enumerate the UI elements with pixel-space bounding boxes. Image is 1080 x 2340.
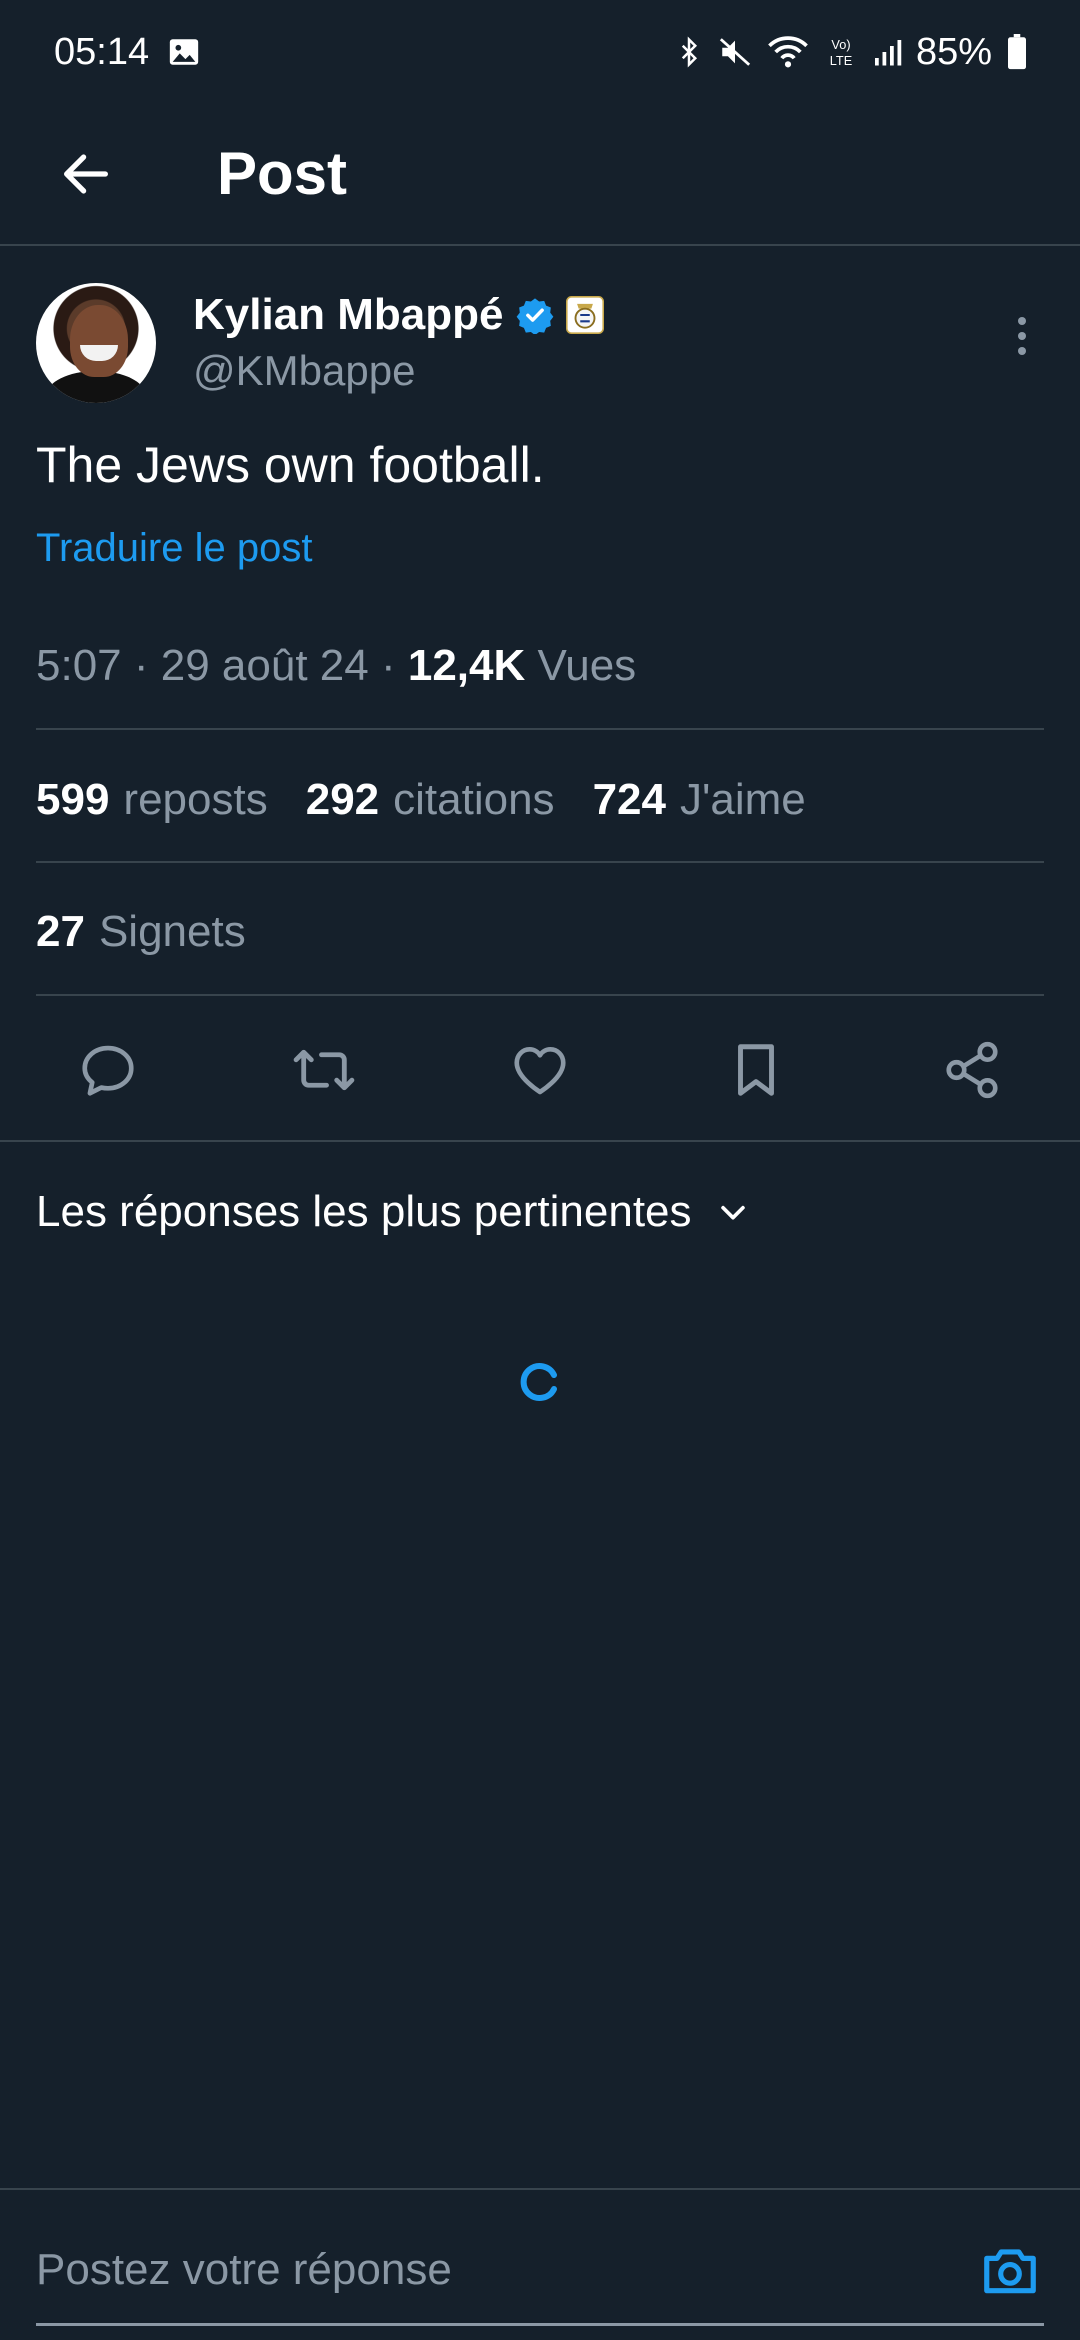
battery-percent: 85%	[915, 30, 992, 73]
divider	[36, 994, 1044, 996]
post-text: The Jews own football.	[36, 437, 545, 493]
post-actions	[0, 1020, 1080, 1120]
volte-icon: Vo) LTE	[824, 35, 858, 69]
reposts-stat[interactable]: 599 reposts	[36, 770, 268, 830]
repost-button[interactable]	[284, 1030, 364, 1110]
status-bar: 05:14 Vo) LTE 85%	[0, 0, 1080, 104]
bookmarks-count: 27	[36, 907, 85, 956]
arrow-left-icon	[64, 154, 108, 194]
reply-icon	[82, 1045, 134, 1096]
post-meta: 5:07 · 29 août 24 · 12,4K Vues	[36, 636, 636, 696]
avatar-face	[70, 305, 128, 377]
share-icon	[946, 1041, 998, 1099]
more-options-icon[interactable]	[1006, 311, 1038, 361]
app-header: Post	[0, 104, 1080, 246]
reposts-count: 599	[36, 775, 110, 824]
divider	[36, 728, 1044, 730]
more-dot	[1018, 347, 1026, 355]
mute-icon	[718, 35, 752, 69]
svg-text:LTE: LTE	[830, 53, 852, 68]
signal-icon	[872, 37, 902, 67]
status-left: 05:14	[54, 31, 201, 74]
share-button[interactable]	[932, 1030, 1012, 1110]
quotes-label: citations	[393, 775, 555, 824]
loading-spinner-icon	[520, 1363, 557, 1401]
author-name-row[interactable]: Kylian Mbappé	[193, 287, 604, 343]
reply-composer: Postez votre réponse	[0, 2188, 1080, 2340]
camera-button[interactable]	[976, 2236, 1044, 2304]
like-button[interactable]	[500, 1030, 580, 1110]
translate-post-link[interactable]: Traduire le post	[36, 520, 312, 576]
status-time: 05:14	[54, 30, 150, 73]
chevron-down-icon	[720, 1205, 745, 1220]
likes-count: 724	[592, 775, 666, 824]
reposts-label: reposts	[123, 775, 268, 824]
likes-label: J'aime	[679, 775, 806, 824]
reply-input[interactable]: Postez votre réponse	[36, 2240, 452, 2300]
wifi-icon	[766, 35, 810, 69]
more-dot	[1018, 317, 1026, 325]
engagement-stats: 599 reposts 292 citations 724 J'aime	[36, 770, 806, 830]
author-name: Kylian Mbappé	[193, 290, 504, 339]
author-handle[interactable]: @KMbappe	[193, 343, 415, 399]
meta-separator: ·	[380, 641, 408, 690]
divider	[36, 861, 1044, 863]
bookmarks-label: Signets	[98, 907, 246, 956]
post-author: Kylian Mbappé @KMbappe	[36, 283, 1044, 405]
quotes-count: 292	[305, 775, 380, 824]
bluetooth-icon	[674, 34, 704, 70]
post-date: 29 août 24	[160, 641, 369, 690]
reply-button[interactable]	[68, 1030, 148, 1110]
reply-input-underline	[36, 2323, 1044, 2326]
divider	[0, 1140, 1080, 1142]
svg-text:Vo): Vo)	[831, 37, 850, 52]
bookmark-button[interactable]	[716, 1030, 796, 1110]
camera-icon	[984, 2249, 1036, 2294]
back-button[interactable]	[46, 134, 126, 214]
battery-icon	[1006, 34, 1028, 70]
image-icon	[167, 35, 201, 69]
affiliation-badge-icon[interactable]	[565, 296, 604, 334]
like-icon	[514, 1047, 566, 1095]
post-time: 5:07	[36, 641, 122, 690]
page-title: Post	[217, 140, 348, 207]
repost-icon	[293, 1049, 355, 1091]
replies-sort-label: Les réponses les plus pertinentes	[36, 1187, 692, 1236]
quotes-stat[interactable]: 292 citations	[306, 770, 555, 830]
bookmark-icon	[738, 1044, 774, 1096]
views-label: Vues	[537, 641, 637, 690]
bookmarks-stat[interactable]: 27 Signets	[36, 902, 246, 962]
likes-stat[interactable]: 724 J'aime	[593, 770, 806, 830]
status-right: Vo) LTE 85%	[674, 31, 1028, 74]
views-count[interactable]: 12,4K	[408, 641, 525, 690]
replies-sort-dropdown[interactable]: Les réponses les plus pertinentes	[36, 1180, 750, 1244]
more-dot	[1018, 332, 1026, 340]
avatar[interactable]	[36, 283, 156, 403]
verified-badge-icon	[516, 296, 554, 334]
meta-separator: ·	[133, 641, 161, 690]
